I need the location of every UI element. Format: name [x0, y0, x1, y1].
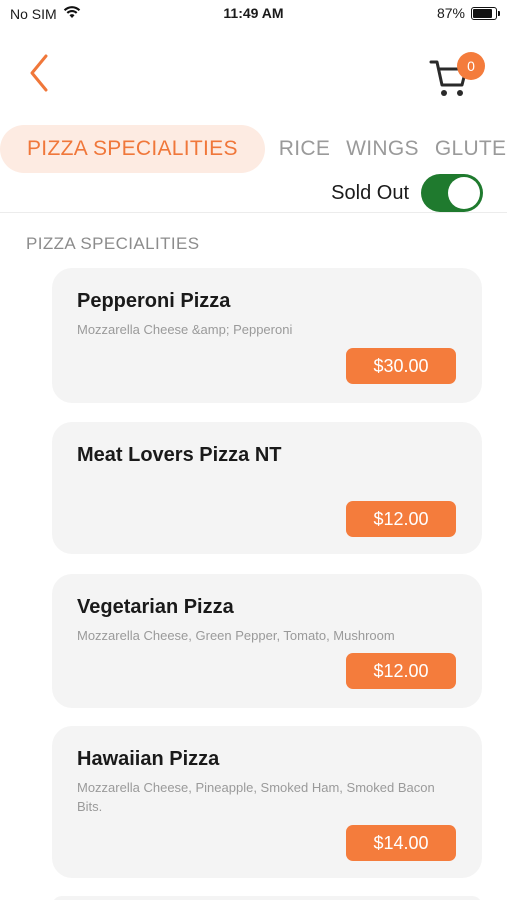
status-right: 87%	[436, 5, 500, 21]
divider	[0, 212, 507, 213]
item-name: Vegetarian Pizza	[77, 596, 234, 618]
menu-item-card[interactable]: Hawaiian Pizza Mozzarella Cheese, Pineap…	[52, 726, 482, 878]
item-description: Mozzarella Cheese, Green Pepper, Tomato,…	[77, 628, 395, 643]
tab-gluten[interactable]: GLUTEN	[427, 137, 507, 161]
battery-icon	[471, 6, 500, 20]
menu-item-card[interactable]: Pepperoni Pizza Mozzarella Cheese &amp; …	[52, 268, 482, 403]
price-button[interactable]: $30.00	[346, 348, 456, 384]
price-button[interactable]: $14.00	[346, 825, 456, 861]
status-time: 11:49 AM	[223, 5, 284, 21]
menu-item-card[interactable]: Meat Lovers Pizza NT $12.00	[52, 422, 482, 554]
tab-pizza-specialities[interactable]: PIZZA SPECIALITIES	[0, 125, 265, 173]
item-name: Hawaiian Pizza	[77, 748, 220, 770]
toggle-knob	[448, 177, 480, 209]
price-button[interactable]: $12.00	[346, 653, 456, 689]
item-description: Mozzarella Cheese &amp; Pepperoni	[77, 322, 293, 337]
battery-fill	[473, 8, 493, 18]
item-name: Meat Lovers Pizza NT	[77, 444, 282, 466]
menu-item-card[interactable]: Vegetarian Pizza Mozzarella Cheese, Gree…	[52, 574, 482, 708]
item-name: Pepperoni Pizza	[77, 290, 231, 312]
sold-out-filter: Sold Out	[331, 172, 483, 214]
price-button[interactable]: $12.00	[346, 501, 456, 537]
chevron-left-icon	[22, 54, 58, 102]
sold-out-toggle[interactable]	[421, 174, 483, 212]
tab-rice[interactable]: RICE	[271, 137, 338, 161]
nav-bar: 0	[0, 48, 507, 108]
item-description: Mozzarella Cheese, Pineapple, Smoked Ham…	[77, 780, 435, 814]
battery-percent: 87%	[436, 5, 465, 21]
section-title: PIZZA SPECIALITIES	[26, 234, 200, 253]
sold-out-label: Sold Out	[331, 181, 409, 204]
tab-wings[interactable]: WINGS	[338, 137, 427, 161]
cart-button[interactable]: 0	[429, 52, 485, 104]
cart-count-badge: 0	[457, 52, 485, 80]
status-bar: No SIM 11:49 AM 87%	[0, 0, 507, 28]
menu-item-card-partial	[52, 896, 482, 900]
back-button[interactable]	[22, 54, 58, 98]
category-tabs: PIZZA SPECIALITIES RICE WINGS GLUTEN	[0, 124, 507, 174]
